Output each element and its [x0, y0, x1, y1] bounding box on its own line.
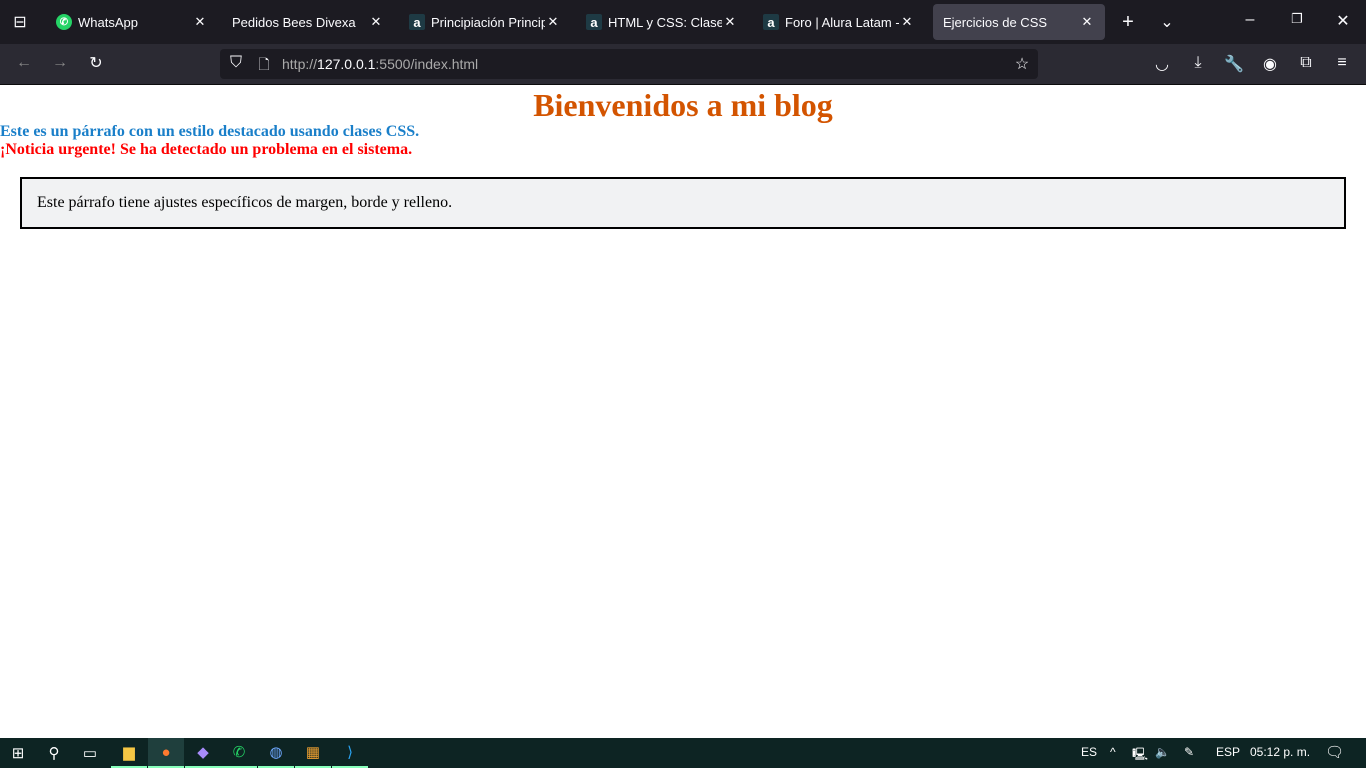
minimize-icon[interactable]: –	[1238, 11, 1262, 29]
download-icon[interactable]: ⤓	[1186, 54, 1210, 72]
close-icon[interactable]: ✕	[192, 14, 208, 30]
windows-start-icon[interactable]: ⊞	[0, 738, 36, 768]
firefox-view-icon[interactable]: ⊟	[8, 12, 32, 32]
back-icon[interactable]: ←	[12, 54, 36, 72]
urgent-paragraph: ¡Noticia urgente! Se ha detectado un pro…	[0, 141, 413, 158]
nav-bar: ← → ↻ ⛉ 🗋 http://127.0.0.1:5500/index.ht…	[0, 44, 1366, 85]
chevron-up-icon[interactable]: ^	[1110, 745, 1116, 759]
close-icon[interactable]: ✕	[545, 14, 561, 30]
chevron-down-icon[interactable]: ⌄	[1155, 12, 1179, 32]
alura-icon: a	[763, 14, 779, 30]
url-text: http://127.0.0.1:5500/index.html	[282, 56, 479, 72]
page-icon: 🗋	[258, 56, 270, 72]
forward-icon[interactable]: →	[48, 54, 72, 72]
extensions-icon[interactable]: ⧉	[1294, 54, 1318, 72]
wrench-icon[interactable]: 🔧	[1222, 54, 1246, 74]
tab-html-css[interactable]: aHTML y CSS: Clases, Posicionamiento✕	[576, 4, 748, 40]
tab-principiacion[interactable]: aPrincipiación Principiante✕	[399, 4, 571, 40]
new-tab-icon[interactable]: +	[1116, 11, 1140, 34]
whatsapp-icon: ✆	[56, 14, 72, 30]
menu-icon[interactable]: ≡	[1330, 54, 1354, 72]
tab-bar: ⊟ ✆ WhatsApp ✕ Pedidos Bees Divexa ✕ a Princ…	[0, 0, 1366, 44]
task-view-icon[interactable]: ▭	[72, 738, 108, 768]
restore-icon[interactable]: ❐	[1285, 11, 1309, 27]
taskbar: ⊞ ⚲ ▭ ▆ ● ◆ ✆ ◍ ▦ ⟩ ES ^ 🖳 🔈 ✎ ESP 05:12…	[0, 738, 1366, 768]
keyboard-layout[interactable]: ESP	[1216, 745, 1240, 759]
close-icon[interactable]: ✕	[1079, 14, 1095, 30]
clock[interactable]: 05:12 p. m.	[1250, 745, 1310, 759]
highlight-paragraph: Este es un párrafo con un estilo destaca…	[0, 123, 420, 140]
app-icon[interactable]: ◆	[185, 738, 221, 768]
pen-icon[interactable]: ✎	[1184, 745, 1194, 759]
vscode-icon[interactable]: ⟩	[332, 738, 368, 768]
volume-icon[interactable]: 🔈	[1155, 745, 1170, 759]
notification-icon[interactable]: 🗨	[1325, 743, 1344, 761]
reload-icon[interactable]: ↻	[84, 53, 108, 73]
tab-ejercicios[interactable]: Ejercicios de CSS ✕	[933, 4, 1105, 40]
pocket-icon[interactable]: ◡	[1150, 54, 1174, 74]
close-icon[interactable]: ✕	[899, 14, 915, 30]
file-explorer-icon[interactable]: ▆	[111, 738, 147, 768]
language-indicator[interactable]: ES	[1081, 745, 1097, 759]
tab-whatsapp[interactable]: ✆ WhatsApp ✕	[46, 4, 218, 40]
page-title: Bienvenidos a mi blog	[533, 87, 833, 123]
close-window-icon[interactable]: ✕	[1331, 11, 1355, 31]
whatsapp-icon[interactable]: ✆	[221, 738, 257, 768]
account-icon[interactable]: ◉	[1258, 54, 1282, 74]
url-bar[interactable]: ⛉ 🗋 http://127.0.0.1:5500/index.html ☆	[220, 49, 1038, 79]
alura-icon: a	[409, 14, 425, 30]
page-content: Bienvenidos a mi blog Este es un párrafo…	[0, 86, 1366, 738]
close-icon[interactable]: ✕	[368, 14, 384, 30]
tab-foro[interactable]: aForo | Alura Latam - Cursos✕	[753, 4, 925, 40]
tab-pedidos[interactable]: Pedidos Bees Divexa ✕	[222, 4, 394, 40]
star-icon[interactable]: ☆	[1010, 54, 1034, 74]
search-icon[interactable]: ⚲	[36, 738, 72, 768]
shield-icon[interactable]: ⛉	[224, 54, 248, 72]
app-grid-icon[interactable]: ▦	[295, 738, 331, 768]
boxed-paragraph: Este párrafo tiene ajustes específicos d…	[20, 177, 1346, 229]
firefox-icon[interactable]: ●	[148, 738, 184, 768]
alura-icon: a	[586, 14, 602, 30]
browser-globe-icon[interactable]: ◍	[258, 738, 294, 768]
network-icon[interactable]: 🖳	[1132, 745, 1148, 766]
close-icon[interactable]: ✕	[722, 14, 738, 30]
